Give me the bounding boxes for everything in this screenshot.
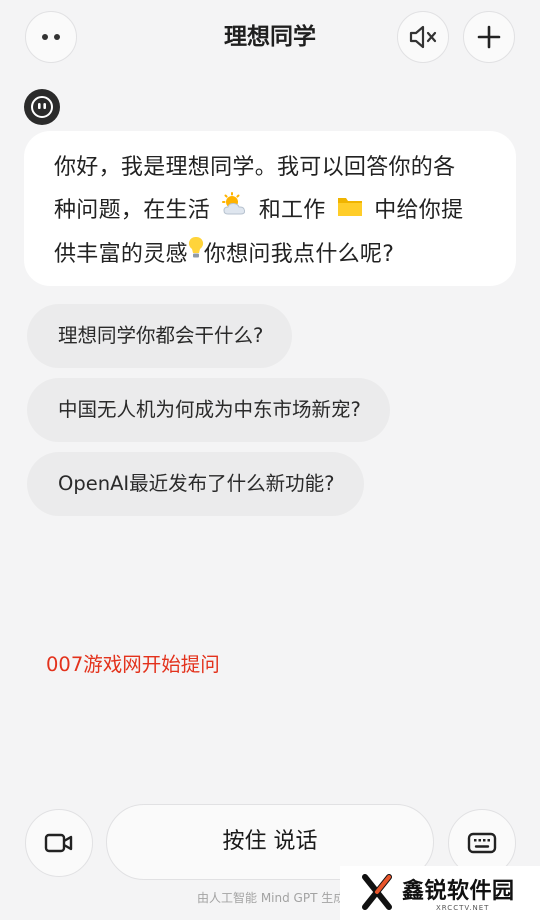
- suggestion-chip[interactable]: 理想同学你都会干什么?: [27, 304, 293, 368]
- greeting-line-2: 种问题，在生活 和工作 中给你提: [54, 189, 494, 233]
- sun-behind-cloud-icon: [220, 190, 248, 233]
- video-camera-icon: [44, 833, 73, 853]
- assistant-greeting-bubble: 你好，我是理想同学。我可以回答你的各 种问题，在生活 和工作 中给你提 供丰富的…: [24, 131, 516, 286]
- suggestion-chip[interactable]: OpenAI最近发布了什么新功能?: [27, 452, 364, 516]
- greeting-text: 供丰富的灵感: [54, 241, 188, 267]
- light-bulb-icon: [188, 233, 204, 276]
- overlay-caption: 007游戏网开始提问: [46, 653, 220, 676]
- new-chat-button[interactable]: [463, 11, 515, 63]
- greeting-text: 种问题，在生活: [54, 198, 211, 223]
- brand-url: XRCCTV.NET: [436, 904, 490, 912]
- speaker-muted-icon: [409, 25, 437, 49]
- video-call-button[interactable]: [25, 809, 93, 877]
- brand-logo-icon: [362, 874, 392, 910]
- folder-icon: [336, 190, 364, 233]
- greeting-text: 你想问我点什么呢?: [203, 241, 395, 267]
- robot-face-icon: [31, 96, 53, 118]
- greeting-text: 中给你提: [374, 198, 464, 223]
- greeting-line-1: 你好，我是理想同学。我可以回答你的各: [54, 155, 456, 180]
- keyboard-icon: [467, 832, 497, 854]
- greeting-text: 和工作: [258, 198, 326, 223]
- page-title: 理想同学: [224, 24, 316, 50]
- greeting-line-3: 供丰富的灵感 你想问我点什么呢?: [54, 233, 494, 277]
- mute-button[interactable]: [397, 11, 449, 63]
- brand-watermark: 鑫锐软件园 XRCCTV.NET: [340, 866, 540, 920]
- ai-generated-note: 由人工智能 Mind GPT 生成: [197, 891, 346, 905]
- plus-icon: [477, 25, 501, 49]
- brand-name: 鑫锐软件园: [402, 879, 515, 904]
- assistant-avatar: [24, 89, 60, 125]
- suggestion-chip[interactable]: 中国无人机为何成为中东市场新宠?: [27, 378, 390, 442]
- suggestion-list: 理想同学你都会干什么? 中国无人机为何成为中东市场新宠? OpenAI最近发布了…: [27, 304, 390, 526]
